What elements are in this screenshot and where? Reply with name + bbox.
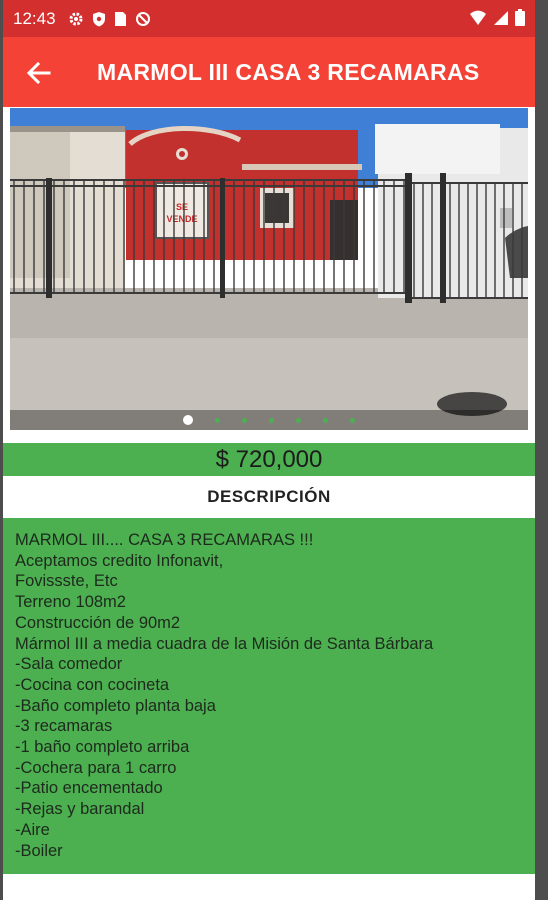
sim-card-icon xyxy=(114,11,126,26)
gallery-dot[interactable] xyxy=(296,417,301,423)
status-left-icons xyxy=(68,11,151,27)
status-bar: 12:43 xyxy=(3,0,535,37)
listing-price: $ 720,000 xyxy=(215,445,323,473)
gallery-dot[interactable] xyxy=(183,415,193,425)
description-line: -Baño completo planta baja xyxy=(15,696,216,715)
description-line: -Boiler xyxy=(15,841,63,860)
description-line: -Rejas y barandal xyxy=(15,800,145,819)
app-frame: 12:43 MARMOL III CASA 3 RECAMARAS SE VEN… xyxy=(3,0,535,900)
gallery-dot[interactable] xyxy=(269,417,274,423)
wifi-icon xyxy=(470,10,486,25)
gallery-dot[interactable] xyxy=(215,417,220,423)
back-button[interactable] xyxy=(25,59,53,87)
page-title: MARMOL III CASA 3 RECAMARAS xyxy=(97,59,480,85)
app-bar: MARMOL III CASA 3 RECAMARAS xyxy=(3,37,535,107)
shield-icon xyxy=(92,11,105,26)
status-right-icons xyxy=(469,9,525,26)
house-photo: SE VENDE xyxy=(10,108,528,430)
description-line: MARMOL III.... CASA 3 RECAMARAS !!! xyxy=(15,531,314,549)
arrow-left-icon xyxy=(26,61,51,85)
description-body: MARMOL III.... CASA 3 RECAMARAS !!! Acept… xyxy=(3,518,535,874)
description-line: -Aire xyxy=(15,820,50,839)
description-header: DESCRIPCIÓN xyxy=(3,476,535,518)
svg-text:SE: SE xyxy=(176,202,188,212)
description-title: DESCRIPCIÓN xyxy=(207,487,331,506)
photo-gallery[interactable]: SE VENDE xyxy=(10,108,528,430)
description-line: -1 baño completo arriba xyxy=(15,738,190,757)
do-not-disturb-icon xyxy=(135,11,150,26)
description-line: -Patio encementado xyxy=(15,779,163,798)
description-line: -Cocina con cocineta xyxy=(15,675,170,694)
signal-icon xyxy=(494,10,508,25)
battery-icon xyxy=(515,9,525,26)
description-line: Fovissste, Etc xyxy=(15,572,118,591)
gallery-page-indicator xyxy=(10,410,528,430)
gallery-dot[interactable] xyxy=(350,417,355,423)
svg-text:VENDE: VENDE xyxy=(166,214,197,224)
description-line: -Cochera para 1 carro xyxy=(15,758,177,777)
status-time: 12:43 xyxy=(13,8,56,28)
description-line: Construcción de 90m2 xyxy=(15,613,181,632)
gallery-dot[interactable] xyxy=(242,417,247,423)
gear-icon xyxy=(69,12,83,25)
description-line: -3 recamaras xyxy=(15,717,113,736)
description-line: Aceptamos credito Infonavit, xyxy=(15,551,224,570)
gallery-dot[interactable] xyxy=(323,417,328,423)
description-line: Terreno 108m2 xyxy=(15,593,126,612)
price-bar: $ 720,000 xyxy=(3,443,535,476)
description-text: MARMOL III.... CASA 3 RECAMARAS !!! Acept… xyxy=(3,518,535,861)
description-line: -Sala comedor xyxy=(15,655,123,674)
description-line: Mármol III a media cuadra de la Misión d… xyxy=(15,634,434,653)
